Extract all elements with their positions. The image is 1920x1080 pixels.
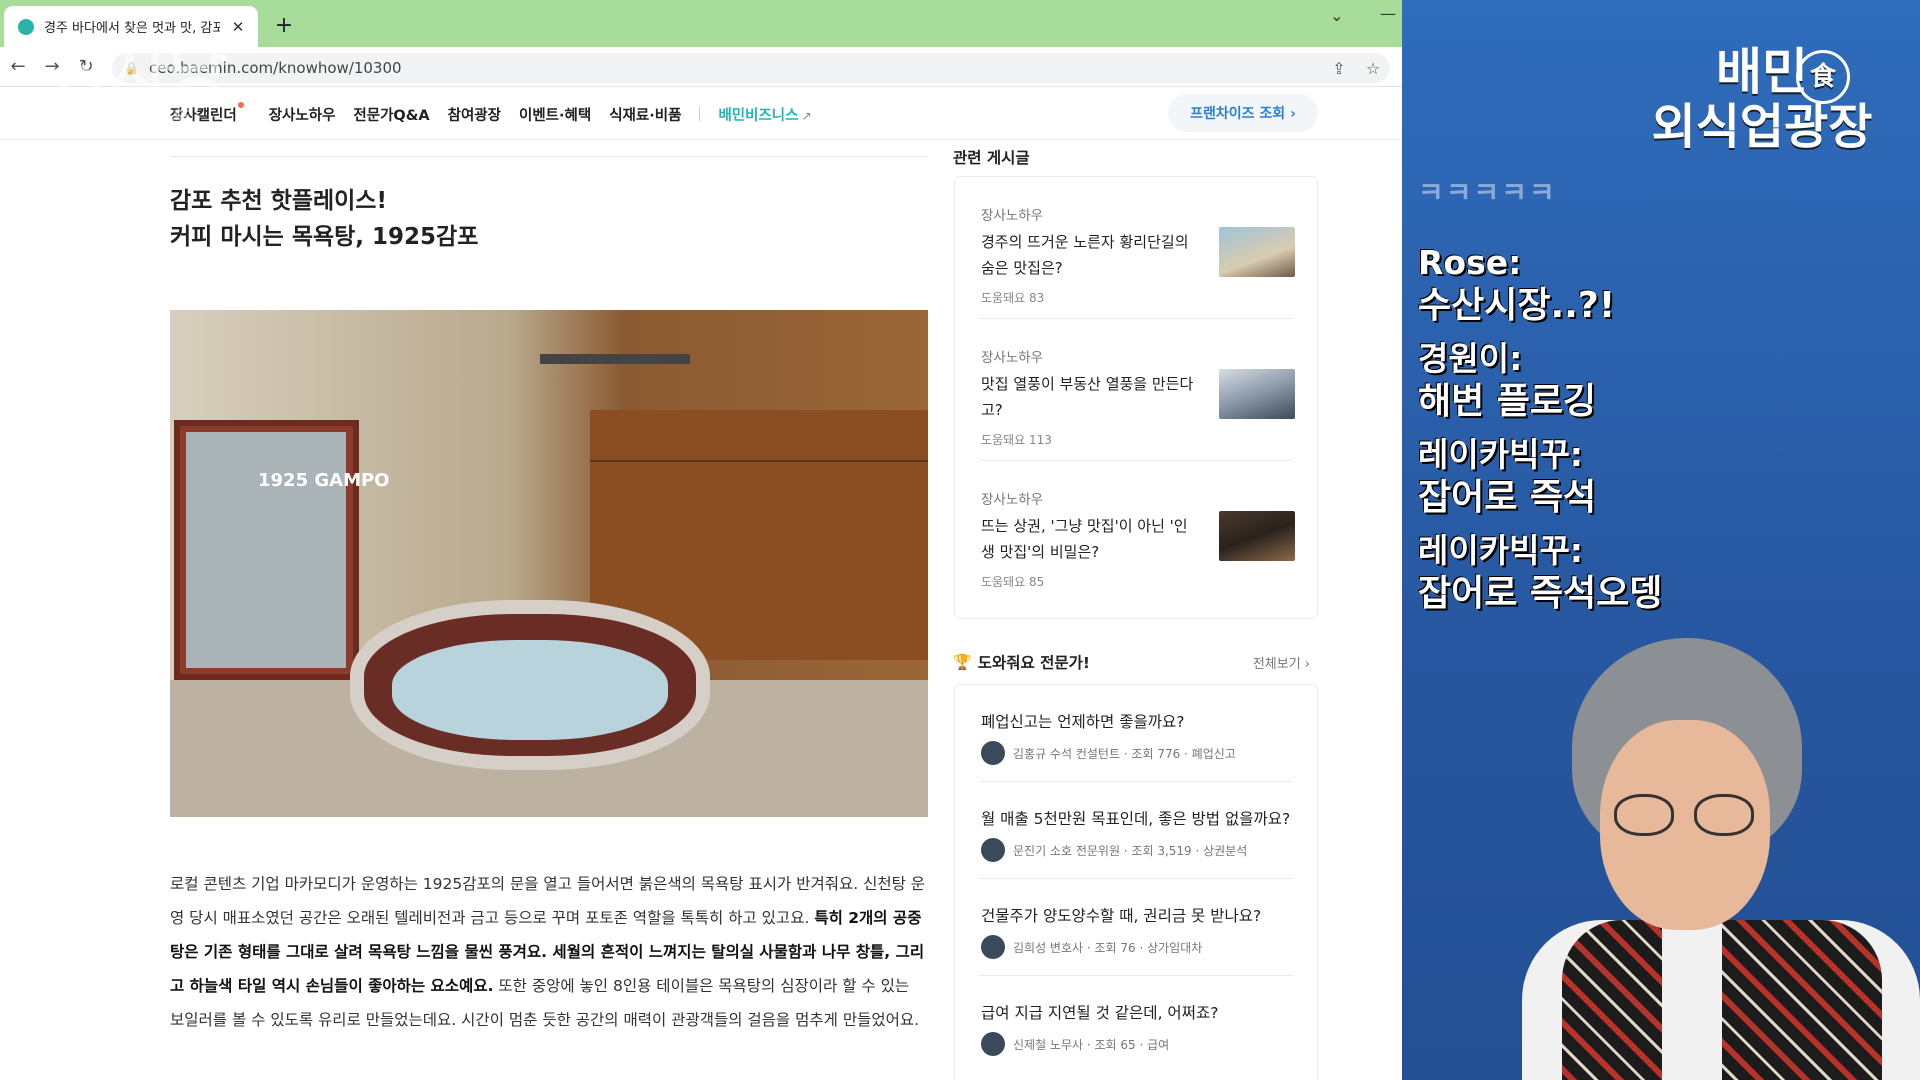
image-logo-text: 1925 GAMPO — [258, 470, 390, 491]
glasses-left — [1614, 794, 1674, 836]
related-category: 장사노하우 — [981, 492, 1044, 508]
franchise-search-button[interactable]: 프랜차이즈 조회 › — [1168, 94, 1318, 132]
related-post-title[interactable]: 경주의 뜨거운 노른자 황리단길의 숨은 맛집은? — [981, 229, 1201, 281]
related-thumbnail — [1219, 227, 1295, 277]
favicon-icon — [18, 18, 34, 35]
related-thumbnail — [1219, 369, 1295, 419]
stream-panel: 배민 외식업광장 食 ㅋㅋㅋㅋㅋ Rose: 수산시장..?! 경원이: 해변 … — [1402, 0, 1920, 1080]
related-post-title[interactable]: 맛집 열풍이 부동산 열풍을 만든다고? — [981, 371, 1201, 423]
close-tab-icon[interactable]: ✕ — [228, 18, 248, 36]
url-text[interactable]: ceo.baemin.com/knowhow/10300 — [149, 59, 1322, 77]
expert-meta: 김홍규 수석 컨설턴트 · 조회 776 · 폐업신고 — [1013, 746, 1236, 761]
related-post-item[interactable]: 장사노하우 맛집 열풍이 부동산 열풍을 만든다고? 도움돼요 113 — [979, 319, 1295, 461]
watermark-sub: 장사하시는분들 — [50, 109, 192, 134]
related-category: 장사노하우 — [981, 350, 1044, 366]
helpful-count: 도움돼요 113 — [981, 433, 1052, 447]
brand-line-1: 배민 — [1716, 43, 1808, 101]
expert-avatar — [981, 1032, 1005, 1056]
related-post-item[interactable]: 장사노하우 뜨는 상권, '그냥 맛집'이 아닌 '인생 맛집'의 비밀은? 도… — [979, 461, 1295, 603]
chat-message: 레이카빅꾸: 잡어로 즉석오뎅 — [1418, 530, 1868, 616]
view-all-link[interactable]: 전체보기 › — [1253, 653, 1310, 672]
related-category: 장사노하우 — [981, 208, 1044, 224]
streamer-webcam — [1402, 630, 1920, 1080]
channel-watermark: 장사당 장사하시는분들 — [50, 38, 310, 158]
nav-baemin-business[interactable]: 배민비즈니스 ↗ — [718, 104, 811, 125]
related-post-title[interactable]: 뜨는 상권, '그냥 맛집'이 아닌 '인생 맛집'의 비밀은? — [981, 513, 1201, 565]
locker-row-line — [590, 460, 928, 462]
expert-avatar — [981, 935, 1005, 959]
related-posts-title: 관련 게시글 — [953, 149, 1030, 167]
expert-qa-item[interactable]: 급여 지급 지연될 것 같은데, 어쩌죠? 신제철 노무사 · 조회 65 · … — [979, 976, 1293, 1072]
helpful-count: 도움돼요 85 — [981, 575, 1045, 589]
brand-line-2: 외식업광장 — [1651, 99, 1873, 155]
chat-text: 잡어로 즉석 — [1418, 477, 1597, 518]
bath-tub-inner — [392, 640, 668, 740]
chat-message: 경원이: 해변 플로깅 — [1418, 338, 1868, 424]
nav-supplies[interactable]: 식재료·비품 — [609, 104, 681, 125]
doorway-view — [186, 432, 346, 668]
nav-expert-qa[interactable]: 전문가Q&A — [353, 104, 429, 125]
expert-question[interactable]: 급여 지급 지연될 것 같은데, 어쩌죠? — [981, 1000, 1293, 1026]
window-frame — [540, 354, 690, 364]
related-posts-box: 장사노하우 경주의 뜨거운 노른자 황리단길의 숨은 맛집은? 도움돼요 83 … — [954, 176, 1318, 619]
article-body: 로컬 콘텐츠 기업 마카모디가 운영하는 1925감포의 문을 열고 들어서면 … — [170, 867, 928, 1037]
back-icon[interactable]: ← — [4, 53, 32, 81]
streamer-collar — [1662, 920, 1722, 1080]
chat-message-faded: ㅋㅋㅋㅋㅋ — [1418, 176, 1557, 209]
external-link-icon: ↗ — [801, 108, 812, 123]
expert-question[interactable]: 건물주가 양도양수할 때, 권리금 못 받나요? — [981, 903, 1293, 929]
chat-text: 수산시장..?! — [1418, 285, 1616, 326]
chat-message: Rose: 수산시장..?! — [1418, 242, 1868, 328]
helpful-count: 도움돼요 83 — [981, 291, 1045, 305]
expert-question[interactable]: 폐업신고는 언제하면 좋을까요? — [981, 709, 1293, 735]
chef-hat-icon: 食 — [1796, 50, 1850, 104]
related-thumbnail — [1219, 511, 1295, 561]
nav-community[interactable]: 참여광장 — [448, 104, 501, 125]
bookmark-star-icon[interactable]: ☆ — [1356, 59, 1390, 78]
expert-section-header: 🏆 도와줘요 전문가! 전체보기 › — [953, 650, 1318, 674]
nav-events[interactable]: 이벤트·혜택 — [519, 104, 591, 125]
expert-qa-item[interactable]: 건물주가 양도양수할 때, 권리금 못 받나요? 김희성 변호사 · 조회 76… — [979, 879, 1293, 976]
article: 감포 추천 핫플레이스! 커피 마시는 목욕탕, 1925감포 1925 GAM… — [170, 150, 928, 1037]
expert-section-title: 도와줘요 전문가! — [977, 654, 1090, 672]
live-chat: ㅋㅋㅋㅋㅋ Rose: 수산시장..?! 경원이: 해변 플로깅 레이카빅꾸: … — [1418, 178, 1868, 626]
glasses-right — [1694, 794, 1754, 836]
chat-message: 레이카빅꾸: 잡어로 즉석 — [1418, 434, 1868, 520]
browser-window: 경주 바다에서 찾은 멋과 맛, 감포 ✕ + ⌄ — ← → ↻ 🔒 ceo.… — [0, 0, 1402, 1080]
article-title: 감포 추천 핫플레이스! 커피 마시는 목욕탕, 1925감포 — [170, 183, 928, 255]
body-text-1: 로컬 콘텐츠 기업 마카모디가 운영하는 1925감포의 문을 열고 들어서면 … — [170, 875, 926, 927]
minimize-button[interactable]: — — [1380, 4, 1396, 23]
title-line-1: 감포 추천 핫플레이스! — [170, 188, 387, 214]
new-tab-button[interactable]: + — [270, 12, 298, 40]
chat-user: Rose: — [1418, 243, 1522, 282]
expert-meta: 신제철 노무사 · 조회 65 · 급여 — [1013, 1037, 1170, 1052]
expert-avatar — [981, 741, 1005, 765]
article-hero-image: 1925 GAMPO — [170, 310, 928, 817]
tab-search-chevron-icon[interactable]: ⌄ — [1330, 6, 1343, 25]
chat-user: 레이카빅꾸: — [1418, 531, 1583, 570]
expert-question[interactable]: 월 매출 5천만원 목표인데, 좋은 방법 없을까요? — [981, 806, 1293, 832]
chat-text: 잡어로 즉석오뎅 — [1418, 573, 1663, 614]
expert-meta: 김희성 변호사 · 조회 76 · 상가임대차 — [1013, 940, 1203, 955]
trophy-icon: 🏆 — [953, 653, 972, 671]
share-icon[interactable]: ⇪ — [1322, 59, 1356, 78]
nav-divider — [699, 107, 701, 121]
brand-logo: 배민 외식업광장 食 — [1632, 44, 1892, 154]
related-post-item[interactable]: 장사노하우 경주의 뜨거운 노른자 황리단길의 숨은 맛집은? 도움돼요 83 — [979, 177, 1295, 319]
expert-qa-item[interactable]: 월 매출 5천만원 목표인데, 좋은 방법 없을까요? 문진기 소호 전문위원 … — [979, 782, 1293, 879]
expert-avatar — [981, 838, 1005, 862]
expert-qa-box: 폐업신고는 언제하면 좋을까요? 김홍규 수석 컨설턴트 · 조회 776 · … — [954, 684, 1318, 1080]
chat-user: 레이카빅꾸: — [1418, 435, 1583, 474]
watermark-logo: 장사당 — [50, 34, 228, 111]
title-line-2: 커피 마시는 목욕탕, 1925감포 — [170, 224, 479, 250]
chat-user: 경원이: — [1418, 339, 1523, 378]
expert-meta: 문진기 소호 전문위원 · 조회 3,519 · 상권분석 — [1013, 843, 1248, 858]
chat-text: 해변 플로깅 — [1418, 381, 1597, 422]
streamer-vest — [1562, 920, 1882, 1080]
expert-qa-item[interactable]: 폐업신고는 언제하면 좋을까요? 김홍규 수석 컨설턴트 · 조회 776 · … — [979, 685, 1293, 782]
